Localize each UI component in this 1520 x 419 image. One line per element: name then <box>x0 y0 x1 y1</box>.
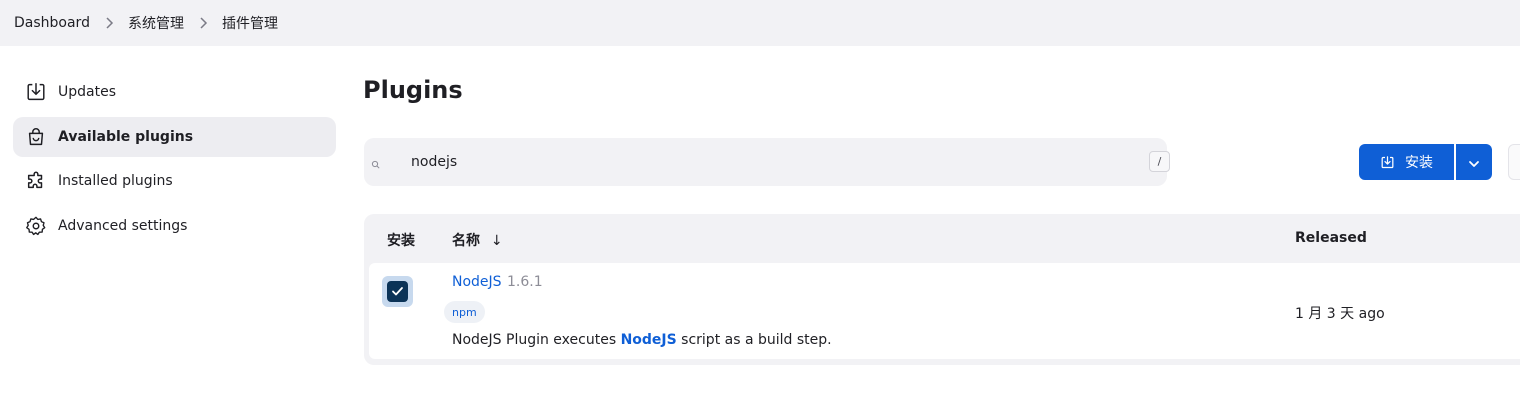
column-header-name[interactable]: 名称 ↓ <box>452 230 503 250</box>
plugin-name-link[interactable]: NodeJS <box>452 274 502 290</box>
install-button-label: 安装 <box>1405 155 1433 171</box>
install-button[interactable]: 安装 <box>1359 144 1454 180</box>
plugin-description: NodeJS Plugin executes NodeJS script as … <box>452 332 832 348</box>
sidebar-item-label: Available plugins <box>58 128 194 145</box>
shopping-bag-icon <box>25 126 47 148</box>
sidebar-item-label: Updates <box>58 84 116 100</box>
plugin-tag[interactable]: npm <box>444 301 485 323</box>
download-icon <box>25 81 47 103</box>
install-dropdown-button[interactable] <box>1456 144 1492 180</box>
download-icon <box>1380 155 1395 170</box>
plugin-description-text: script as a build step. <box>676 332 832 348</box>
plugins-table: 安装 名称 ↓ Released NodeJS 1.6.1 npm NodeJS… <box>364 214 1520 365</box>
sidebar-item-updates[interactable]: Updates <box>13 72 336 112</box>
overflow-menu-button[interactable] <box>1508 144 1520 180</box>
table-row: NodeJS 1.6.1 npm NodeJS Plugin executes … <box>369 263 1520 359</box>
plugin-description-text: NodeJS Plugin executes <box>452 332 621 348</box>
chevron-down-icon <box>1468 153 1480 172</box>
puzzle-icon <box>25 170 47 192</box>
sort-descending-icon: ↓ <box>490 233 503 249</box>
sidebar-item-installed-plugins[interactable]: Installed plugins <box>13 161 336 201</box>
column-header-name-label: 名称 <box>452 233 480 249</box>
plugin-description-link[interactable]: NodeJS <box>621 332 677 348</box>
install-checkbox[interactable] <box>382 276 413 307</box>
gear-icon <box>25 215 47 237</box>
breadcrumb-plugin-management[interactable]: 插件管理 <box>222 13 278 33</box>
breadcrumb-dashboard[interactable]: Dashboard <box>14 15 90 31</box>
chevron-right-icon <box>104 17 114 29</box>
sidebar-item-label: Installed plugins <box>58 173 173 189</box>
column-header-install: 安装 <box>387 233 415 249</box>
search-icon <box>370 156 382 169</box>
keyboard-shortcut-hint: / <box>1149 151 1170 172</box>
breadcrumb-system-management[interactable]: 系统管理 <box>128 13 184 33</box>
search-bar: / <box>364 138 1170 186</box>
chevron-right-icon <box>198 17 208 29</box>
sidebar-item-label: Advanced settings <box>58 217 188 234</box>
page-title: Plugins <box>363 76 463 104</box>
sidebar-item-advanced-settings[interactable]: Advanced settings <box>13 206 336 246</box>
released-time: 1 月 3 天 ago <box>1295 306 1385 322</box>
column-header-released: Released <box>1295 230 1367 246</box>
breadcrumb: Dashboard 系统管理 插件管理 <box>0 0 1520 46</box>
sidebar: Updates Available plugins Installed plug… <box>13 72 336 250</box>
sidebar-item-available-plugins[interactable]: Available plugins <box>13 116 336 157</box>
search-input[interactable] <box>411 150 1111 174</box>
plugin-version: 1.6.1 <box>507 274 543 290</box>
checkmark-icon <box>387 281 408 302</box>
